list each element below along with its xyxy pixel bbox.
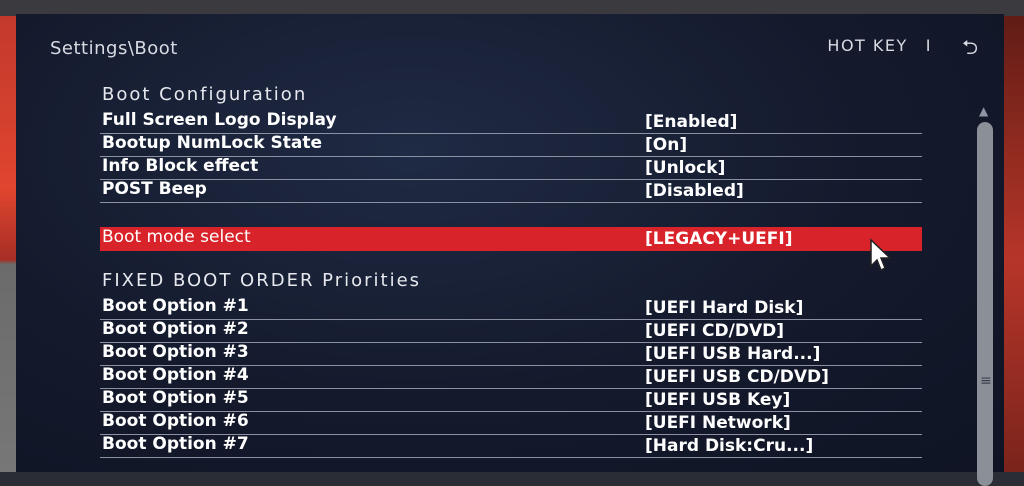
bios-screen: Settings\Boot HOT KEY I ⮌ Boot Configurat…: [16, 14, 1004, 486]
boot-option-row-2[interactable]: Boot Option #2 [UEFI CD/DVD]: [100, 319, 922, 343]
setting-label: Boot Option #2: [102, 319, 249, 339]
section-fixed-boot-order: FIXED BOOT ORDER Priorities: [102, 270, 422, 291]
setting-value: [Hard Disk:Cru...]: [645, 436, 814, 456]
setting-row-info-block[interactable]: Info Block effect [Unlock]: [100, 156, 922, 180]
setting-value: [LEGACY+UEFI]: [645, 229, 793, 249]
setting-label: Info Block effect: [102, 156, 259, 176]
setting-label: Boot Option #4: [102, 365, 249, 385]
setting-value: [UEFI Network]: [645, 413, 791, 433]
setting-value: [UEFI CD/DVD]: [645, 321, 784, 341]
setting-value: [UEFI USB Key]: [645, 390, 791, 410]
setting-label: Boot Option #5: [102, 388, 249, 408]
hotkey-separator: I: [925, 36, 932, 55]
boot-option-row-7[interactable]: Boot Option #7 [Hard Disk:Cru...]: [100, 434, 922, 458]
setting-row-boot-mode-select[interactable]: Boot mode select [LEGACY+UEFI]: [100, 227, 922, 251]
setting-value: [UEFI Hard Disk]: [645, 298, 804, 318]
setting-label: POST Beep: [102, 179, 207, 199]
scroll-up-arrow-icon[interactable]: ▲: [979, 104, 988, 118]
scroll-thumb[interactable]: ≡: [977, 122, 993, 486]
setting-value: [On]: [645, 135, 688, 155]
setting-label: Boot mode select: [102, 227, 251, 247]
boot-option-row-3[interactable]: Boot Option #3 [UEFI USB Hard...]: [100, 342, 922, 366]
setting-label: Boot Option #3: [102, 342, 249, 362]
setting-value: [Enabled]: [645, 112, 738, 132]
setting-value: [UEFI USB Hard...]: [645, 344, 821, 364]
boot-option-row-1[interactable]: Boot Option #1 [UEFI Hard Disk]: [100, 296, 922, 320]
setting-label: Boot Option #6: [102, 411, 249, 431]
setting-label: Boot Option #1: [102, 296, 249, 316]
mouse-cursor-icon: [870, 238, 892, 272]
setting-row-post-beep[interactable]: POST Beep [Disabled]: [100, 179, 922, 203]
setting-label: Bootup NumLock State: [102, 133, 322, 153]
bezel-right: [1002, 0, 1024, 472]
scrollbar[interactable]: ▲ ≡: [974, 104, 996, 486]
breadcrumb: Settings\Boot: [50, 38, 178, 59]
hotkey-label[interactable]: HOT KEY: [827, 36, 907, 55]
boot-option-row-6[interactable]: Boot Option #6 [UEFI Network]: [100, 411, 922, 435]
setting-value: [Unlock]: [645, 158, 726, 178]
boot-option-row-5[interactable]: Boot Option #5 [UEFI USB Key]: [100, 388, 922, 412]
boot-option-row-4[interactable]: Boot Option #4 [UEFI USB CD/DVD]: [100, 365, 922, 389]
setting-value: [UEFI USB CD/DVD]: [645, 367, 829, 387]
hotkey-area[interactable]: HOT KEY I: [827, 36, 944, 55]
setting-row-full-screen-logo[interactable]: Full Screen Logo Display [Enabled]: [100, 110, 922, 134]
scroll-grip-icon: ≡: [980, 373, 992, 389]
setting-value: [Disabled]: [645, 181, 744, 201]
back-arrow-icon[interactable]: ⮌: [962, 33, 978, 67]
setting-label: Full Screen Logo Display: [102, 110, 337, 130]
section-boot-configuration: Boot Configuration: [102, 84, 308, 105]
setting-row-bootup-numlock[interactable]: Bootup NumLock State [On]: [100, 133, 922, 157]
setting-label: Boot Option #7: [102, 434, 249, 454]
